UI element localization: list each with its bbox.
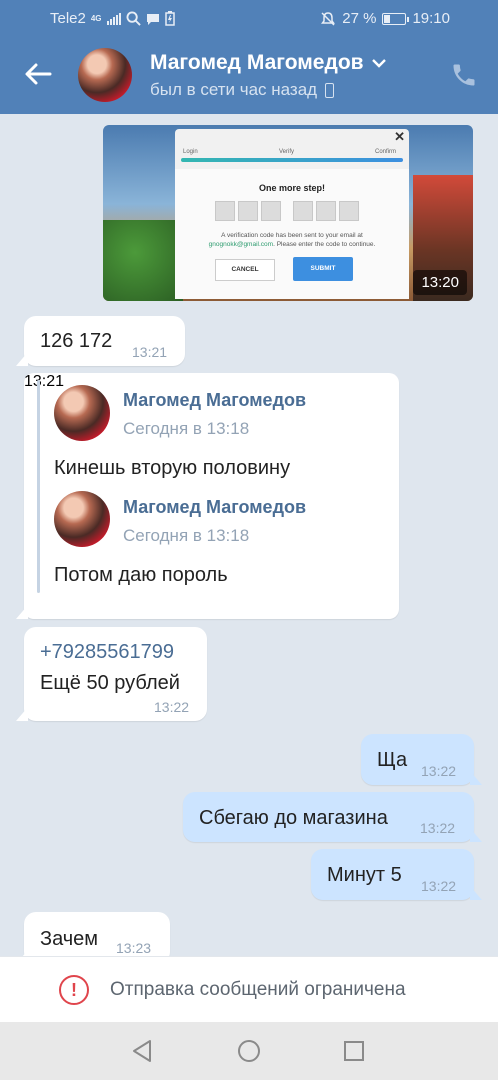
system-navigation-bar — [0, 1022, 498, 1080]
restriction-text: Отправка сообщений ограничена — [110, 979, 406, 1000]
nav-home-icon[interactable] — [236, 1038, 262, 1064]
status-bar: Tele2 4G 27 % 19:10 — [0, 0, 498, 36]
message-bubble-in[interactable]: 126 172 13:21 — [16, 316, 185, 366]
forward-quote-bar — [37, 380, 40, 593]
game-scenery-left — [103, 220, 183, 301]
network-type: 4G — [90, 14, 102, 23]
message-text: Ещё 50 рублей — [40, 672, 180, 694]
message-bubble-out[interactable]: Ща 13:22 — [361, 734, 482, 785]
step-confirm: Confirm — [375, 149, 397, 155]
phone-call-icon[interactable] — [450, 61, 478, 89]
message-time: 13:22 — [420, 820, 456, 836]
last-seen-label: был в сети час назад — [150, 80, 318, 99]
image-time: 13:20 — [413, 270, 467, 295]
note-email: gnognokk@gmail.com — [208, 241, 274, 248]
message-time: 13:23 — [116, 940, 152, 956]
dialog-note: A verification code has been sent to you… — [185, 231, 399, 249]
message-time: 13:22 — [421, 878, 457, 894]
bubble-tail — [470, 828, 482, 842]
forwarded-text: Кинешь вторую половину — [54, 457, 291, 479]
chevron-down-icon — [371, 59, 386, 68]
message-time: 13:21 — [24, 373, 65, 390]
mobile-device-icon — [325, 82, 335, 98]
forwarded-text: Потом даю пороль — [54, 564, 228, 586]
step-verify: Verify — [279, 149, 295, 155]
message-text: Ща — [377, 749, 408, 771]
contact-status: был в сети час назад — [150, 80, 335, 100]
chat-header: Магомед Магомедов был в сети час назад — [0, 36, 498, 114]
status-right: 27 % 19:10 — [320, 10, 450, 27]
carrier-label: Tele2 — [50, 10, 86, 27]
note-line-1: A verification code has been sent to you… — [221, 232, 363, 239]
verification-progress — [181, 158, 403, 162]
message-text: Зачем — [40, 928, 99, 950]
forwarded-message-bubble[interactable]: Магомед Магомедов Сегодня в 13:18 Кинешь… — [16, 373, 399, 619]
dialog-close-icon: ✕ — [394, 129, 405, 144]
nav-back-icon[interactable] — [130, 1038, 156, 1064]
forwarded-date: Сегодня в 13:18 — [123, 419, 250, 438]
messaging-restricted-bar: ! Отправка сообщений ограничена — [0, 956, 498, 1022]
phone-link[interactable]: +79285561799 — [40, 641, 174, 664]
forwarded-author-name[interactable]: Магомед Магомедов — [123, 497, 306, 518]
search-icon — [126, 11, 141, 26]
message-text: Минут 5 — [327, 864, 402, 886]
status-left: Tele2 4G — [50, 10, 175, 27]
message-time: 13:22 — [154, 699, 190, 715]
image-attachment[interactable]: ✕ Login Verify Confirm One more step! A … — [103, 125, 473, 301]
message-bubble-out[interactable]: Минут 5 13:22 — [311, 849, 482, 900]
clock: 19:10 — [412, 10, 450, 27]
step-login: Login — [183, 149, 198, 155]
message-bubble-out[interactable]: Сбегаю до магазина 13:22 — [183, 792, 482, 842]
message-text: 126 172 — [40, 330, 113, 352]
chat-notification-icon — [146, 13, 159, 25]
bubble-tail — [16, 605, 28, 619]
bubble-tail — [470, 771, 482, 785]
code-digit-box — [293, 201, 313, 221]
battery-saver-icon — [164, 11, 175, 26]
nav-recents-icon[interactable] — [341, 1038, 367, 1064]
code-digit-box — [316, 201, 336, 221]
code-digit-box — [238, 201, 258, 221]
code-digit-box — [339, 201, 359, 221]
back-arrow-icon[interactable] — [22, 58, 54, 90]
warning-icon: ! — [59, 975, 89, 1005]
contact-avatar[interactable] — [78, 48, 132, 102]
dialog-cancel-button: CANCEL — [215, 259, 275, 281]
contact-name: Магомед Магомедов — [150, 51, 364, 74]
dialog-title: One more step! — [258, 183, 325, 193]
forwarded-date: Сегодня в 13:18 — [123, 526, 250, 545]
message-time: 13:22 — [421, 763, 457, 779]
forwarded-author-avatar[interactable] — [54, 385, 110, 441]
note-line-2: . Please enter the code to continue. — [273, 241, 376, 248]
message-time: 13:21 — [132, 344, 168, 360]
bubble-tail — [470, 886, 482, 900]
dialog-submit-button: SUBMIT — [293, 257, 353, 281]
battery-icon — [382, 12, 410, 25]
bubble-tail — [16, 707, 28, 721]
code-digit-box — [261, 201, 281, 221]
contact-name-button[interactable]: Магомед Магомедов — [150, 51, 386, 75]
message-bubble-in[interactable]: +79285561799 Ещё 50 рублей 13:22 — [16, 627, 207, 721]
message-text: Сбегаю до магазина — [199, 807, 388, 829]
mute-bell-icon — [321, 11, 336, 26]
signal-icon — [106, 12, 121, 25]
battery-percent: 27 % — [342, 10, 377, 27]
forwarded-author-name[interactable]: Магомед Магомедов — [123, 390, 306, 411]
bubble-tail — [16, 352, 28, 366]
forwarded-author-avatar[interactable] — [54, 491, 110, 547]
code-digit-box — [215, 201, 235, 221]
verification-dialog: ✕ Login Verify Confirm One more step! A … — [175, 129, 409, 299]
dialog-body: One more step! A verification code has b… — [175, 169, 409, 299]
